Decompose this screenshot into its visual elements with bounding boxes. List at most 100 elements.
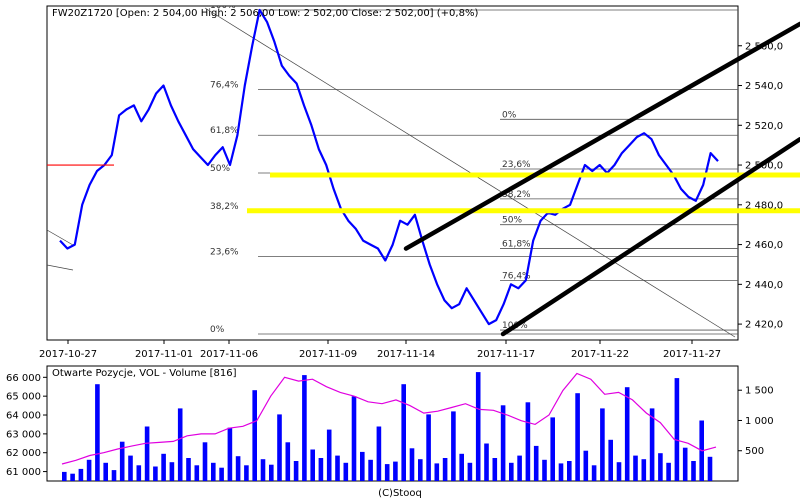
price-tick-label: 2 560,0 <box>745 41 783 52</box>
volume-bar <box>550 417 555 481</box>
volume-bar <box>310 449 315 481</box>
volume-bar <box>442 458 448 481</box>
volume-bar <box>260 459 266 481</box>
volume-bar <box>326 429 332 481</box>
volume-bar <box>666 462 671 481</box>
volume-bar <box>244 465 249 481</box>
fib-left-label: 23,6% <box>210 248 239 258</box>
date-tick-label: 2017-11-22 <box>571 349 629 360</box>
volume-bar <box>111 470 117 481</box>
price-y-axis: 2 420,0 2 440,0 2 460,0 2 480,0 2 500,0 2 520… <box>738 41 783 331</box>
volume-bar <box>302 375 307 481</box>
volume-bar <box>335 455 340 481</box>
volume-bar <box>459 453 464 481</box>
fib-left-label: 0% <box>210 325 225 335</box>
volume-bar <box>583 450 589 481</box>
volume-bar <box>169 462 175 481</box>
volume-bar <box>227 427 233 481</box>
volume-bar <box>434 463 440 481</box>
volume-bar <box>153 466 158 481</box>
volume-bar <box>591 465 597 481</box>
price-tick-label: 2 460,0 <box>745 240 783 251</box>
fib-right-label: 0% <box>502 110 517 120</box>
volume-bar <box>252 390 257 481</box>
oi-tick-label: 64 000 <box>6 411 41 422</box>
oi-tick-label: 63 000 <box>6 429 41 440</box>
volume-bar <box>86 459 92 481</box>
volume-bar <box>558 463 564 481</box>
volume-bar <box>401 384 406 481</box>
volume-bar <box>409 448 415 481</box>
oi-tick-label: 66 000 <box>6 373 41 384</box>
fib-left-label: 50% <box>210 164 230 174</box>
volume-bar <box>707 456 713 481</box>
date-tick-label: 2017-10-27 <box>39 349 97 360</box>
volume-bar <box>95 384 100 481</box>
volume-bar <box>384 464 390 481</box>
volume-bar <box>62 471 67 481</box>
oi-tick-label: 61 000 <box>6 467 41 478</box>
volume-bar <box>542 459 547 481</box>
price-tick-label: 2 440,0 <box>745 280 783 291</box>
volume-bar <box>418 459 423 481</box>
price-tick-label: 2 420,0 <box>745 320 783 331</box>
price-tick-label: 2 540,0 <box>745 81 783 92</box>
fib-left-label: 38,2% <box>210 202 239 212</box>
date-tick-label: 2017-11-14 <box>377 349 435 360</box>
volume-bar <box>600 408 605 481</box>
volume-bar <box>575 393 580 481</box>
volume-bar <box>484 443 489 481</box>
volume-bar <box>426 414 431 481</box>
volume-bar <box>211 462 216 481</box>
volume-tick-label: 1 000 <box>745 416 774 427</box>
fib-left-label: 61,8% <box>210 126 239 136</box>
volume-bar <box>202 442 208 481</box>
fib-left-label: 76,4% <box>210 81 239 91</box>
volume-bar <box>103 462 108 481</box>
volume-bar <box>293 461 299 481</box>
volume-bar <box>525 402 531 481</box>
volume-bar <box>177 408 183 481</box>
chart-svg: 100%76,4%61,8%50%38,2%23,6%0%0%23,6%38,2… <box>6 5 800 499</box>
volume-bar <box>318 458 324 481</box>
oi-tick-label: 62 000 <box>6 448 41 459</box>
volume-chart-title: Otwarte Pozycje, VOL - Volume [816] <box>52 368 237 379</box>
volume-bar <box>467 462 473 481</box>
fib-right-label: 61,8% <box>502 240 531 250</box>
volume-bar <box>144 426 150 481</box>
volume-bar <box>186 458 191 481</box>
volume-bar <box>533 445 539 481</box>
volume-bar <box>616 462 622 481</box>
oi-tick-label: 65 000 <box>6 392 41 403</box>
volume-bar <box>517 455 522 481</box>
date-tick-label: 2017-11-27 <box>663 349 721 360</box>
volume-bar <box>500 405 506 481</box>
volume-bar <box>128 455 133 481</box>
volume-bar <box>277 414 282 481</box>
date-tick-label: 2017-11-09 <box>299 349 357 360</box>
volume-bar <box>70 473 75 481</box>
price-tick-label: 2 520,0 <box>745 121 783 132</box>
volume-bar <box>78 468 84 481</box>
volume-bar <box>285 442 291 481</box>
price-chart-title: FW20Z1720 [Open: 2 504,00 High: 2 506,00… <box>52 8 478 19</box>
volume-bar <box>641 459 647 481</box>
volume-bar <box>509 462 514 481</box>
volume-bar <box>343 462 349 481</box>
volume-bar <box>608 439 613 481</box>
volume-bar <box>649 408 655 481</box>
volume-bar <box>567 461 572 481</box>
volume-bar <box>360 451 365 481</box>
volume-bar <box>235 456 241 481</box>
volume-bar <box>492 458 498 481</box>
volume-tick-label: 500 <box>745 446 764 457</box>
volume-bar <box>475 372 481 481</box>
volume-bar <box>682 447 688 481</box>
volume-bar <box>368 459 373 481</box>
volume-bar <box>376 426 382 481</box>
volume-bar <box>451 411 456 481</box>
volume-bar <box>351 396 357 481</box>
volume-bar <box>269 464 274 481</box>
date-axis: 2017-10-27 2017-11-01 2017-11-06 2017-11-09… <box>39 340 721 360</box>
volume-bar <box>624 387 630 481</box>
